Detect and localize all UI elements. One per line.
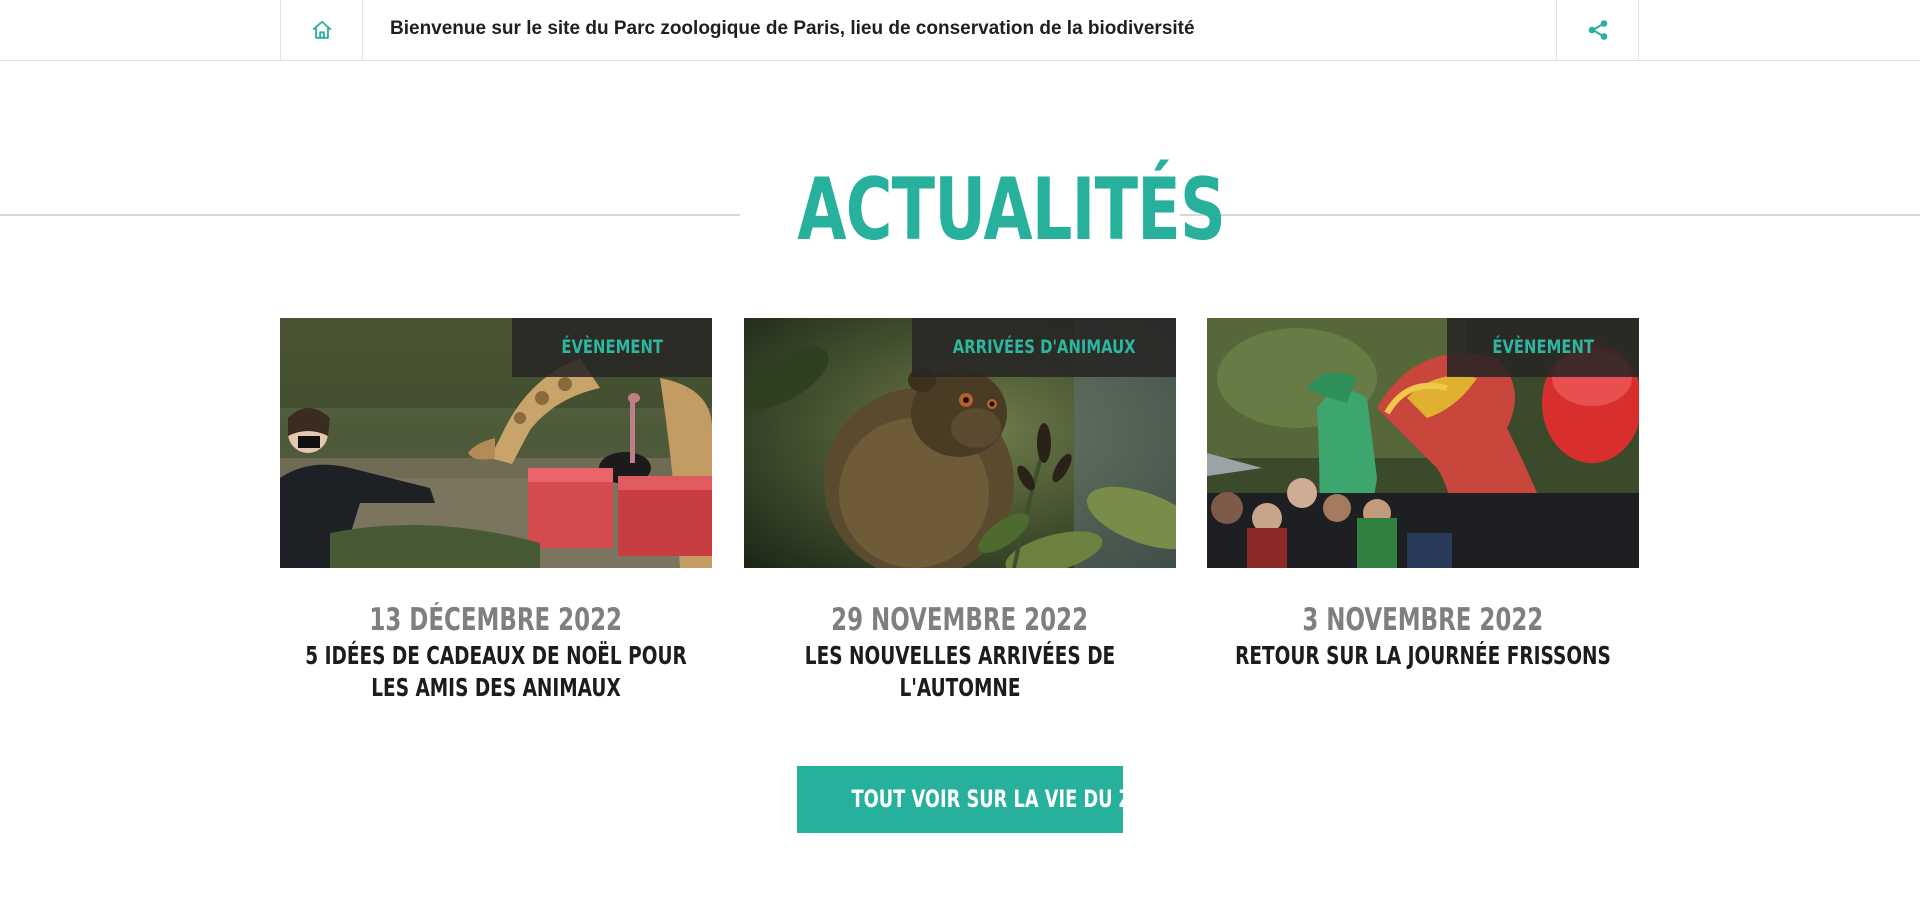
- news-date: 3 NOVEMBRE 2022: [1302, 602, 1544, 638]
- news-card[interactable]: ÉVÈNEMENT 13 DÉCEMBRE 2022 5 IDÉES DE CA…: [280, 318, 712, 704]
- news-card-image[interactable]: ÉVÈNEMENT: [280, 318, 712, 568]
- see-all-news-button[interactable]: TOUT VOIR SUR LA VIE DU ZOO: [797, 766, 1162, 833]
- section-title: ACTUALITÉS: [797, 160, 1226, 260]
- news-headline[interactable]: 5 IDÉES DE CADEAUX DE NOËL POUR LES AMIS…: [280, 640, 712, 704]
- top-bar: Bienvenue sur le site du Parc zoologique…: [0, 0, 1920, 61]
- news-card[interactable]: ARRIVÉES D'ANIMAUX 29 NOVEMBRE 2022 LES …: [744, 318, 1176, 704]
- home-button[interactable]: [280, 0, 363, 60]
- category-tag: ÉVÈNEMENT: [1447, 318, 1639, 377]
- news-date: 13 DÉCEMBRE 2022: [369, 602, 623, 638]
- news-card[interactable]: ÉVÈNEMENT 3 NOVEMBRE 2022 RETOUR SUR LA …: [1207, 318, 1639, 672]
- title-rule-right: [1180, 214, 1920, 216]
- news-card-image[interactable]: ARRIVÉES D'ANIMAUX: [744, 318, 1176, 568]
- share-icon: [1588, 20, 1607, 40]
- news-card-image[interactable]: ÉVÈNEMENT: [1207, 318, 1639, 568]
- home-icon: [312, 20, 331, 39]
- news-date: 29 NOVEMBRE 2022: [831, 602, 1089, 638]
- category-tag: ARRIVÉES D'ANIMAUX: [912, 318, 1176, 377]
- category-tag: ÉVÈNEMENT: [512, 318, 712, 377]
- news-headline[interactable]: LES NOUVELLES ARRIVÉES DE L'AUTOMNE: [744, 640, 1176, 704]
- welcome-message: Bienvenue sur le site du Parc zoologique…: [390, 18, 1195, 39]
- title-rule-left: [0, 214, 740, 216]
- news-headline[interactable]: RETOUR SUR LA JOURNÉE FRISSONS: [1207, 640, 1639, 672]
- share-button[interactable]: [1556, 0, 1639, 60]
